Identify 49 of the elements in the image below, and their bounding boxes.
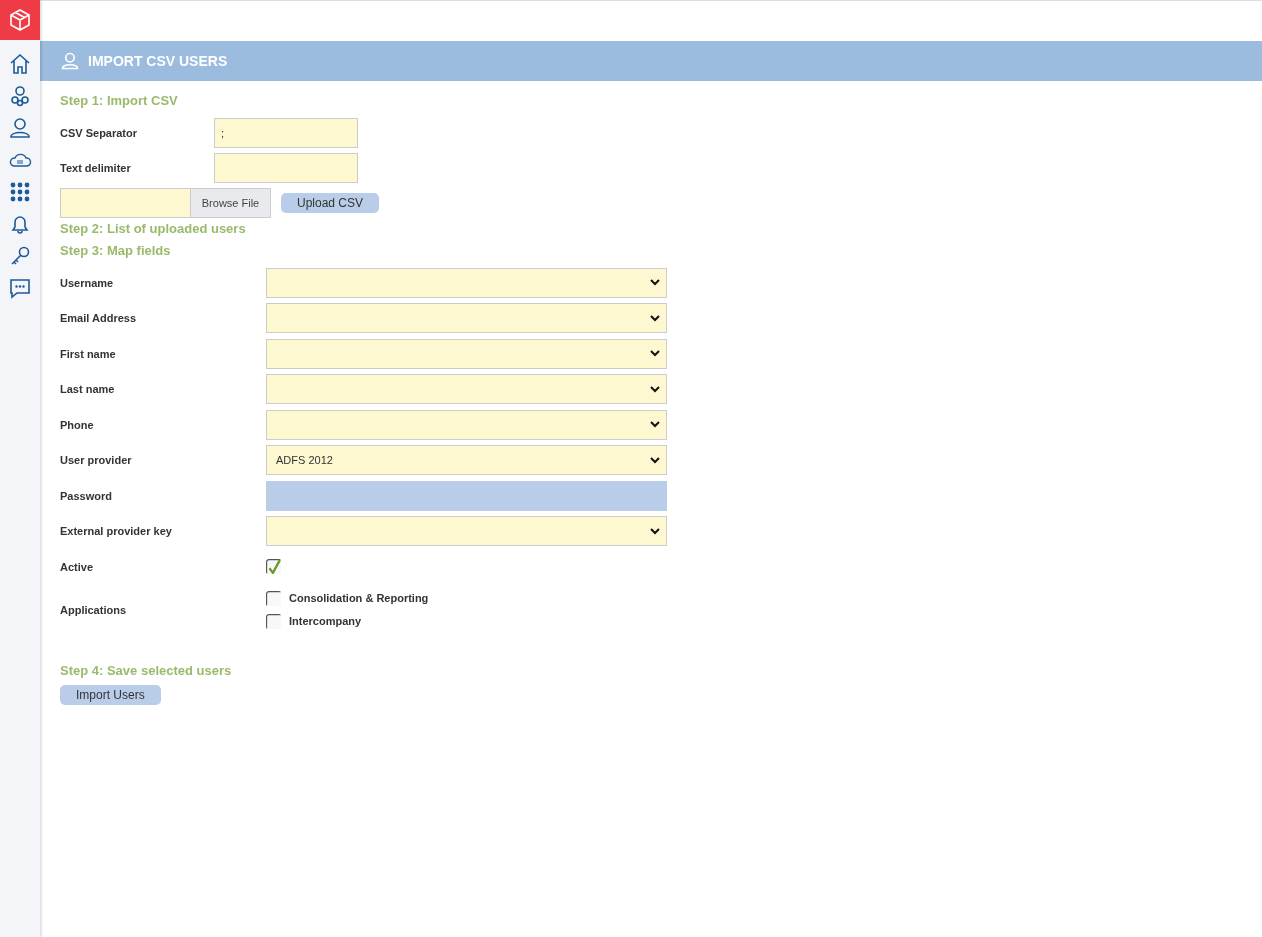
step-heading: Step 3: Map fields <box>60 243 172 260</box>
user-icon <box>60 51 80 71</box>
page-title: IMPORT CSV USERS <box>88 53 228 69</box>
field-label: User provider <box>60 454 133 467</box>
logo-icon[interactable] <box>0 0 40 40</box>
field-label: Username <box>60 276 115 289</box>
step-heading: Step 4: Save selected users <box>60 662 233 680</box>
dropdown-field[interactable] <box>266 409 667 440</box>
home-icon[interactable] <box>8 52 32 76</box>
checkbox[interactable] <box>266 559 281 575</box>
chevron-down-icon <box>650 456 660 464</box>
field-label: Password <box>60 489 113 502</box>
chevron-down-icon <box>650 350 660 358</box>
upload-button[interactable]: Upload CSV <box>281 193 380 213</box>
field-label: Active <box>60 560 95 573</box>
checkbox-label: Intercompany <box>289 615 362 627</box>
checkbox-label: Consolidation & Reporting <box>289 592 429 604</box>
field-label: External provider key <box>60 525 173 538</box>
grid-icon[interactable] <box>8 180 32 204</box>
input-field[interactable]: ; <box>214 117 358 148</box>
checkbox[interactable] <box>266 613 281 629</box>
dropdown-field[interactable]: ADFS 2012 <box>266 445 667 476</box>
dropdown-field[interactable] <box>266 374 667 405</box>
people-network-icon[interactable] <box>8 84 32 108</box>
checkbox[interactable] <box>266 590 281 606</box>
user-icon[interactable] <box>8 116 32 140</box>
input-field[interactable] <box>214 152 358 183</box>
chevron-down-icon <box>650 527 660 535</box>
field-label: Email Address <box>60 312 137 325</box>
chat-icon[interactable] <box>8 276 32 300</box>
field-label: First name <box>60 347 117 360</box>
dropdown-field[interactable] <box>266 267 667 298</box>
chevron-down-icon <box>650 279 660 287</box>
field-label: Phone <box>60 418 95 431</box>
field-label: Last name <box>60 383 116 396</box>
step-heading: Step 2: List of uploaded users <box>60 221 247 238</box>
dropdown-field[interactable] <box>266 303 667 334</box>
chevron-down-icon <box>650 314 660 322</box>
browse-button[interactable]: Browse File <box>190 189 270 217</box>
dropdown-field[interactable] <box>266 338 667 369</box>
field-label: CSV Separator <box>60 126 139 139</box>
chevron-down-icon <box>650 385 660 393</box>
dropdown-field[interactable] <box>266 516 667 547</box>
field-label: Applications <box>60 603 127 616</box>
chevron-down-icon <box>650 421 660 429</box>
field-label: Text delimiter <box>60 161 132 174</box>
step-heading: Step 1: Import CSV <box>60 93 179 110</box>
import-button[interactable]: Import Users <box>60 684 161 705</box>
file-field[interactable]: Browse File <box>60 188 271 218</box>
